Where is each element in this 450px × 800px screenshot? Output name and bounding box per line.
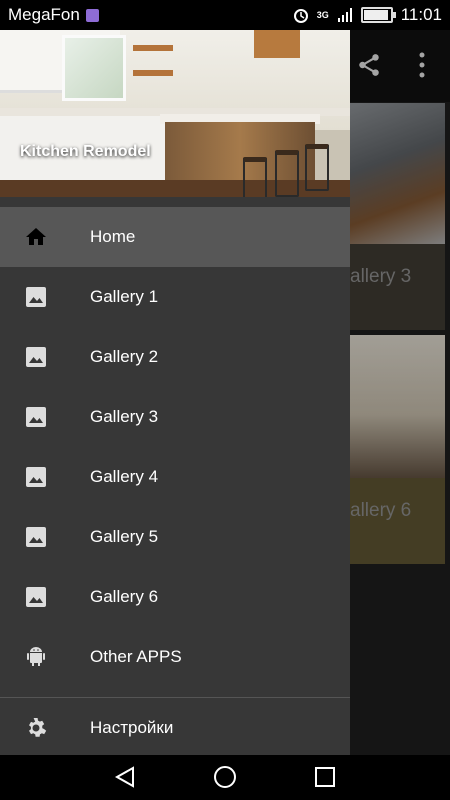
home-icon	[26, 228, 46, 245]
drawer-item-gallery-3[interactable]: Gallery 3	[0, 387, 350, 447]
network-type: 3G	[316, 10, 329, 20]
drawer-header: Kitchen Remodel	[0, 30, 350, 197]
system-navigation-bar	[0, 755, 450, 800]
image-icon	[26, 407, 46, 427]
android-icon	[27, 647, 45, 666]
image-icon	[26, 467, 46, 487]
header-image-detail	[133, 70, 173, 76]
header-image-detail	[305, 144, 329, 191]
drawer-item-gallery-1[interactable]: Gallery 1	[0, 267, 350, 327]
home-button-icon[interactable]	[213, 765, 237, 789]
drawer-item-label: Gallery 2	[90, 347, 159, 366]
navigation-drawer: Kitchen Remodel Home Gallery 1 Gallery 2…	[0, 30, 350, 755]
image-icon	[26, 347, 46, 367]
status-bar: MegaFon 3G 11:01	[0, 0, 450, 30]
drawer-item-label: Gallery 1	[90, 287, 159, 306]
header-image-detail	[62, 35, 126, 101]
drawer-item-label: Gallery 3	[90, 407, 159, 426]
battery-icon	[360, 7, 396, 23]
drawer-item-home[interactable]: Home	[0, 207, 350, 267]
header-image-detail	[254, 30, 300, 58]
drawer-item-gallery-4[interactable]: Gallery 4	[0, 447, 350, 507]
header-image-detail	[275, 150, 299, 197]
header-spacer	[0, 197, 350, 207]
drawer-item-label: Gallery 5	[90, 527, 159, 546]
drawer-scrim[interactable]	[350, 30, 450, 755]
gear-icon	[29, 718, 47, 737]
drawer-item-gallery-5[interactable]: Gallery 5	[0, 507, 350, 567]
sim-icon	[85, 8, 99, 22]
battery-level	[363, 10, 388, 20]
drawer-item-other-apps[interactable]: Other APPS	[0, 627, 350, 687]
recents-icon[interactable]	[315, 767, 335, 787]
drawer-item-gallery-2[interactable]: Gallery 2	[0, 327, 350, 387]
alarm-icon	[293, 9, 308, 23]
back-icon[interactable]	[114, 766, 136, 788]
drawer-item-label: Gallery 6	[90, 587, 159, 606]
drawer-item-gallery-6[interactable]: Gallery 6	[0, 567, 350, 627]
image-icon	[26, 287, 46, 307]
drawer-item-settings[interactable]: Настройки	[0, 698, 350, 755]
clock: 11:01	[400, 5, 442, 24]
drawer-item-label: Настройки	[90, 718, 174, 737]
image-icon	[26, 527, 46, 547]
header-image-detail	[243, 157, 267, 197]
drawer-header-title: Kitchen Remodel	[20, 143, 151, 160]
carrier-name: MegaFon	[8, 5, 80, 24]
drawer-item-label: Home	[90, 227, 136, 246]
drawer-item-label: Gallery 4	[90, 467, 159, 486]
signal-icon	[337, 8, 352, 22]
header-image-detail	[133, 45, 173, 51]
drawer-item-label: Other APPS	[90, 647, 182, 666]
image-icon	[26, 587, 46, 607]
